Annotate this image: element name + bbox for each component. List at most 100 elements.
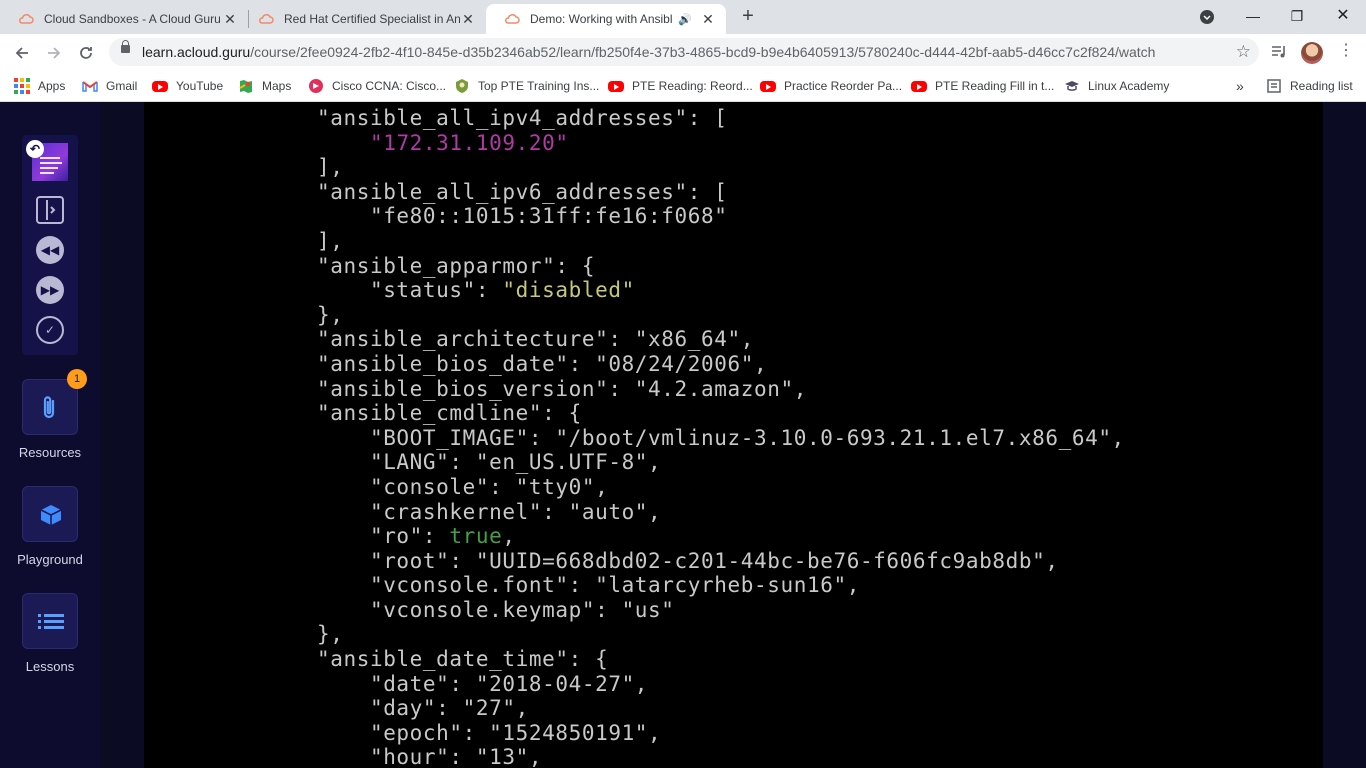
terminal-segment: }, xyxy=(264,302,344,327)
kebab-menu-icon[interactable]: ⋮ xyxy=(1332,38,1360,66)
toggle-panel-icon[interactable] xyxy=(36,196,64,224)
resources-label: Resources xyxy=(18,445,82,460)
restore-button[interactable]: ❐ xyxy=(1275,0,1319,32)
close-tab-icon[interactable]: ✕ xyxy=(460,11,476,28)
close-tab-icon[interactable]: ✕ xyxy=(222,11,238,28)
terminal-line: "fe80::1015:31ff:fe16:f068" xyxy=(264,204,1125,229)
tab-cloud-sandboxes[interactable]: Cloud Sandboxes - A Cloud Guru ✕ xyxy=(0,4,248,34)
resources-badge: 1 xyxy=(67,369,87,389)
terminal-segment: "ansible_all_ipv6_addresses": [ xyxy=(264,179,728,204)
terminal-line: "day": "27", xyxy=(264,696,1125,721)
terminal-line: "ansible_apparmor": { xyxy=(264,254,1125,279)
speaker-icon[interactable]: 🔊 xyxy=(678,13,692,26)
terminal-line: "BOOT_IMAGE": "/boot/vmlinuz-3.10.0-693.… xyxy=(264,426,1125,451)
reload-button[interactable] xyxy=(72,38,100,66)
tab-demo-ansible[interactable]: Demo: Working with Ansible 🔊 ✕ xyxy=(486,4,726,34)
terminal-segment: "vconsole.font": "latarcyrheb-sun16", xyxy=(264,573,860,598)
terminal-line: }, xyxy=(264,622,1125,647)
url-path: /course/2fee0924-2fb2-4f10-845e-d35b2346… xyxy=(250,44,1156,60)
profile-avatar[interactable] xyxy=(1301,42,1323,64)
maps-icon xyxy=(239,80,252,93)
bookmark-label: PTE Reading Fill in t... xyxy=(935,79,1055,93)
tab-search-button[interactable] xyxy=(1185,0,1229,32)
bookmark-label: Cisco CCNA: Cisco... xyxy=(332,79,447,93)
terminal-segment: "day": "27", xyxy=(264,696,529,721)
bookmark-cisco-ccna[interactable]: Cisco CCNA: Cisco... xyxy=(308,70,446,102)
bookmark-label: Gmail xyxy=(106,79,138,93)
youtube-icon xyxy=(911,80,927,92)
bookmark-label: Top PTE Training Ins... xyxy=(478,79,600,93)
tab-title: Cloud Sandboxes - A Cloud Guru xyxy=(44,12,221,26)
terminal-segment: "console": "tty0", xyxy=(264,474,609,499)
fast-forward-icon[interactable]: ▶▶ xyxy=(36,276,64,304)
media-control-icon[interactable] xyxy=(1265,38,1293,66)
terminal-segment: "crashkernel": "auto", xyxy=(264,499,662,524)
browser-toolbar: learn.acloud.guru/course/2fee0924-2fb2-4… xyxy=(0,34,1366,70)
bookmark-apps[interactable]: Apps xyxy=(14,70,65,102)
terminal-segment: "root": "UUID=668dbd02-c201-44bc-be76-f6… xyxy=(264,548,1059,573)
youtube-icon xyxy=(760,80,776,92)
terminal-segment: }, xyxy=(264,622,344,647)
terminal-line: "vconsole.font": "latarcyrheb-sun16", xyxy=(264,573,1125,598)
terminal-segment: ], xyxy=(264,228,344,253)
cube-icon xyxy=(40,505,62,525)
bookmark-maps[interactable]: Maps xyxy=(238,70,291,102)
bookmark-top-pte-training[interactable]: Top PTE Training Ins... xyxy=(454,70,599,102)
address-bar[interactable]: learn.acloud.guru/course/2fee0924-2fb2-4… xyxy=(109,38,1259,66)
terminal-line: "LANG": "en_US.UTF-8", xyxy=(264,450,1125,475)
bookmark-gmail[interactable]: Gmail xyxy=(82,70,137,102)
course-player: ↶ ◀◀ ▶▶ ✓ 1 Resources Playground Lessons… xyxy=(0,102,1366,768)
bookmark-pte-reading-fill[interactable]: PTE Reading Fill in t... xyxy=(911,70,1054,102)
bookmark-practice-reorder[interactable]: Practice Reorder Pa... xyxy=(760,70,902,102)
terminal-segment: ], xyxy=(264,155,344,180)
bookmark-label: Apps xyxy=(38,79,66,93)
bookmark-linux-academy[interactable]: Linux Academy xyxy=(1064,70,1169,102)
terminal-line: ], xyxy=(264,229,1125,254)
url-text: learn.acloud.guru/course/2fee0924-2fb2-4… xyxy=(142,38,1155,66)
back-button[interactable] xyxy=(8,38,36,66)
arrow-left-icon xyxy=(15,47,28,59)
new-tab-button[interactable]: + xyxy=(737,5,759,27)
resources-button[interactable] xyxy=(22,379,78,435)
forward-button[interactable] xyxy=(40,38,68,66)
youtube-icon xyxy=(152,80,168,92)
terminal-segment: "disabled" xyxy=(502,278,635,303)
chevron-double-right-icon: » xyxy=(1236,78,1244,94)
terminal-line: "date": "2018-04-27", xyxy=(264,672,1125,697)
more-bookmarks-button[interactable]: » xyxy=(1236,70,1244,102)
bookmark-pte-reading-reorder[interactable]: PTE Reading: Reord... xyxy=(608,70,753,102)
minimize-button[interactable]: — xyxy=(1231,0,1275,32)
reading-list-button[interactable]: Reading list xyxy=(1266,70,1353,102)
close-tab-icon[interactable]: ✕ xyxy=(700,11,716,28)
youtube-icon xyxy=(608,80,624,92)
terminal-line: "ro": true, xyxy=(264,524,1125,549)
right-margin xyxy=(1323,102,1366,768)
bookmark-label: PTE Reading: Reord... xyxy=(632,79,753,93)
tab-red-hat-specialist[interactable]: Red Hat Certified Specialist in An ✕ xyxy=(240,4,486,34)
back-arrow-icon[interactable]: ↶ xyxy=(26,140,44,158)
terminal-segment: "fe80::1015:31ff:fe16:f068" xyxy=(264,204,728,229)
playground-button[interactable] xyxy=(22,486,78,542)
bookmark-star-icon[interactable]: ☆ xyxy=(1236,38,1251,66)
terminal-line: }, xyxy=(264,303,1125,328)
terminal-segment: "ansible_architecture": "x86_64", xyxy=(264,327,754,352)
reload-icon xyxy=(80,47,92,60)
terminal-line: "ansible_all_ipv4_addresses": [ xyxy=(264,106,1125,131)
video-player[interactable]: "ansible_all_ipv4_addresses": [ "172.31.… xyxy=(144,102,1323,768)
paperclip-icon xyxy=(43,396,55,419)
rewind-icon[interactable]: ◀◀ xyxy=(36,236,64,264)
terminal-line: "hour": "13", xyxy=(264,745,1125,768)
lessons-button[interactable] xyxy=(22,593,78,649)
close-window-button[interactable]: ✕ xyxy=(1321,0,1365,32)
check-complete-icon[interactable]: ✓ xyxy=(36,316,64,344)
bookmark-youtube[interactable]: YouTube xyxy=(152,70,223,102)
terminal-output: "ansible_all_ipv4_addresses": [ "172.31.… xyxy=(264,106,1125,768)
cloud-icon xyxy=(19,14,34,24)
bookmarks-bar: Apps Gmail YouTube Maps Cisco CCNA: Cisc… xyxy=(0,70,1366,102)
terminal-line: "status": "disabled" xyxy=(264,278,1125,303)
bookmark-label: Practice Reorder Pa... xyxy=(784,79,903,93)
terminal-segment: "ansible_bios_date": "08/24/2006", xyxy=(264,351,768,376)
terminal-segment: "172.31.109.20" xyxy=(369,130,569,155)
url-host: learn.acloud.guru xyxy=(142,44,251,60)
terminal-line: "epoch": "1524850191", xyxy=(264,721,1125,746)
